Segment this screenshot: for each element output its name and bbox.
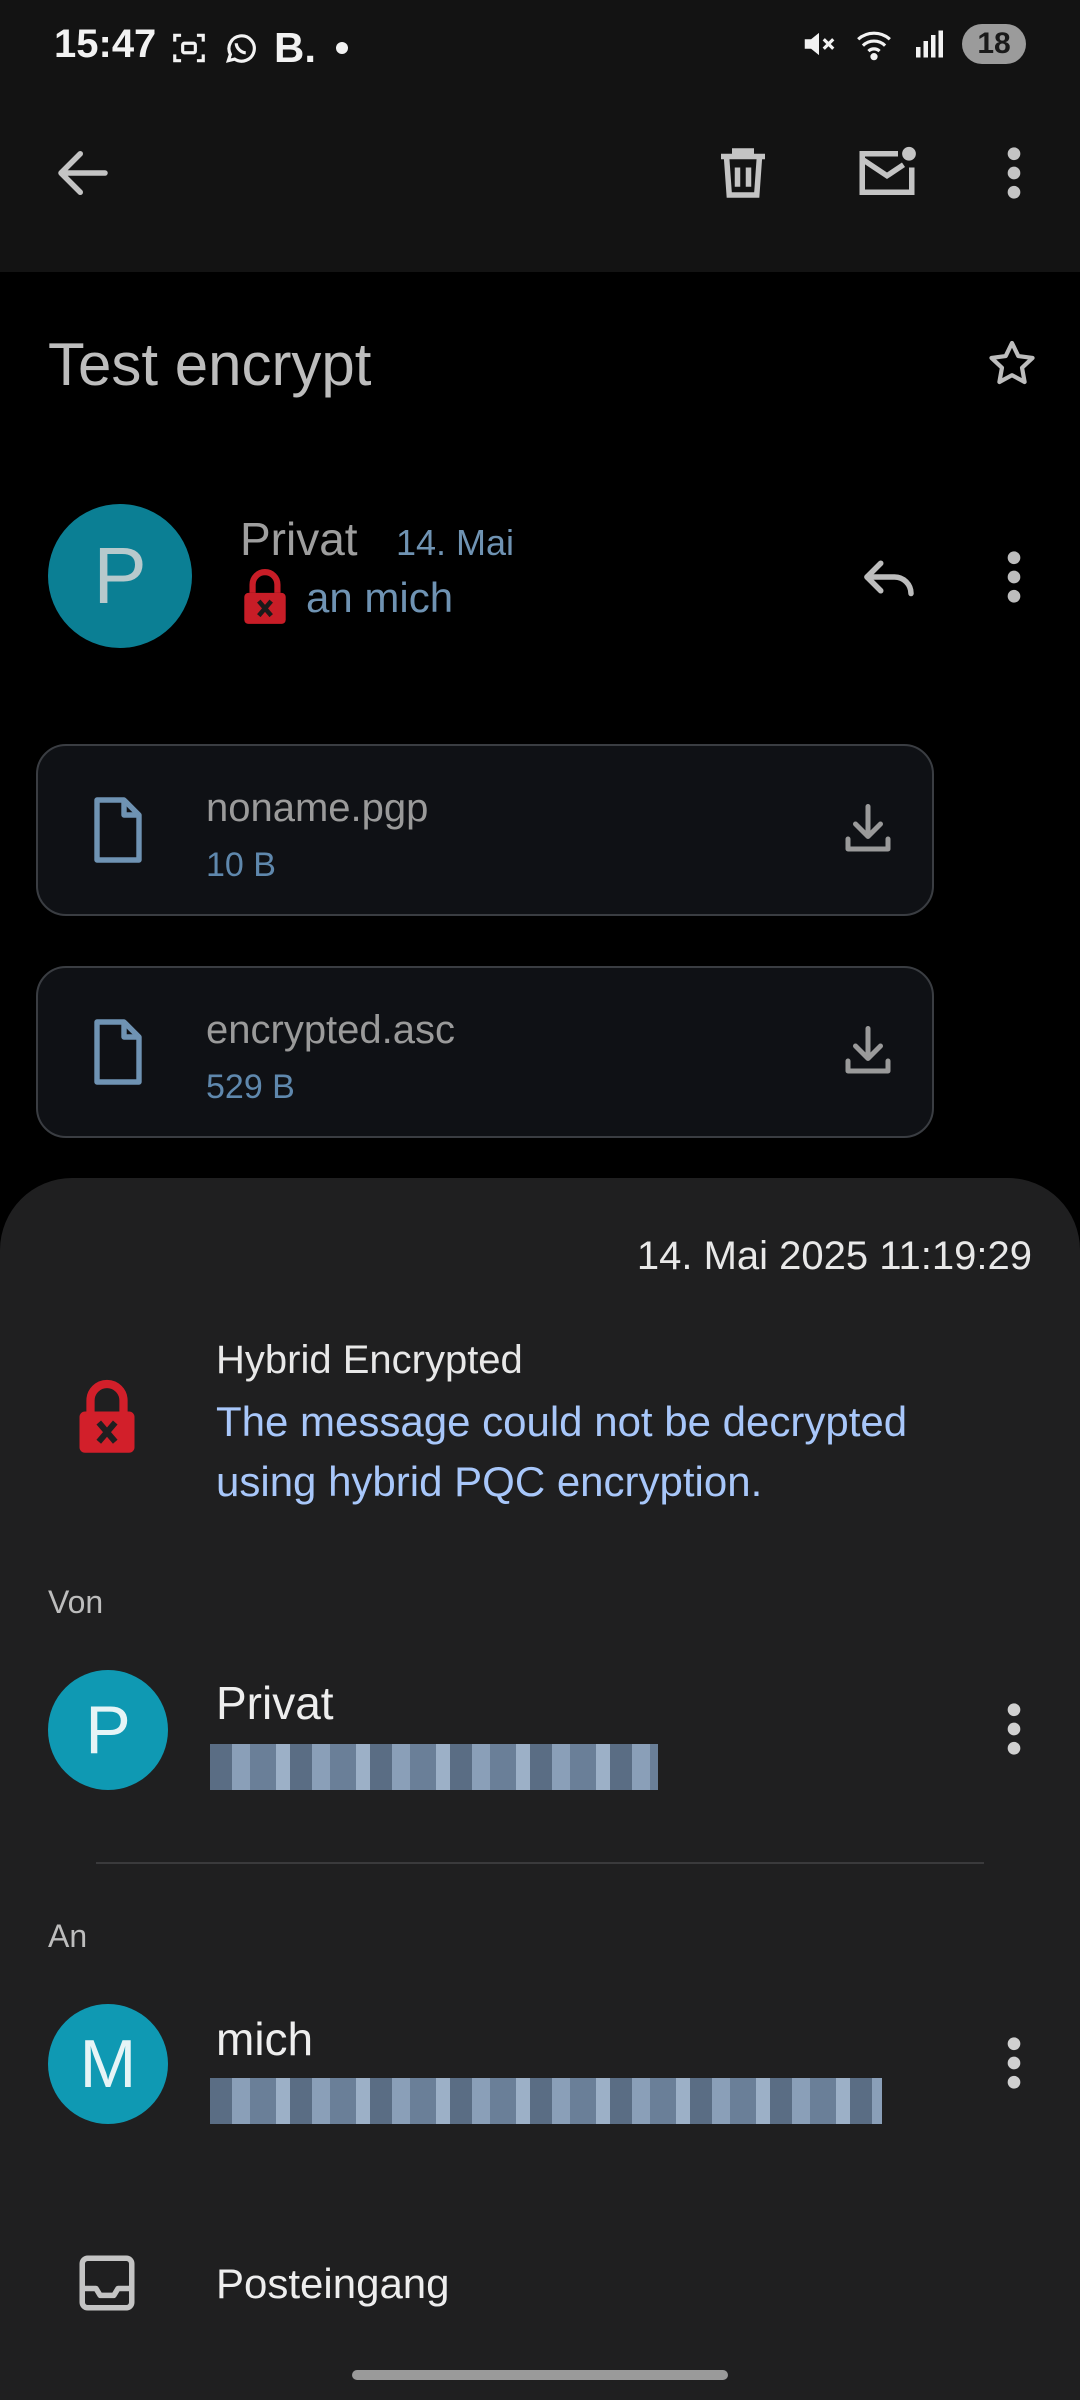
file-icon — [88, 1016, 148, 1088]
message-subject: Test encrypt — [48, 331, 372, 398]
notification-dot — [336, 42, 348, 54]
back-button[interactable] — [50, 140, 116, 206]
message-date: 14. Mai — [396, 522, 515, 563]
reply-icon — [856, 544, 922, 610]
star-button[interactable] — [984, 336, 1040, 392]
encryption-failed-lock-icon — [74, 1378, 140, 1456]
more-vert-icon — [996, 140, 1032, 206]
star-icon — [984, 336, 1040, 392]
message-timestamp: 14. Mai 2025 11:19:29 — [636, 1234, 1032, 1278]
download-button[interactable] — [838, 796, 898, 862]
trash-icon — [710, 140, 776, 206]
from-avatar[interactable]: P — [48, 1670, 168, 1790]
attachment-card[interactable]: noname.pgp 10 B — [36, 744, 934, 916]
whatsapp-icon — [222, 29, 260, 67]
download-icon — [838, 796, 898, 862]
to-avatar[interactable]: M — [48, 2004, 168, 2124]
encryption-status-description: The message could not be decrypted using… — [216, 1398, 908, 1505]
from-email-redacted — [210, 1744, 658, 1790]
download-icon — [838, 1018, 898, 1084]
download-button[interactable] — [838, 1018, 898, 1084]
toolbar-more-button[interactable] — [996, 140, 1032, 206]
from-more-button[interactable] — [996, 1696, 1032, 1762]
to-contact-name[interactable]: mich — [216, 2012, 313, 2066]
back-arrow-icon — [50, 140, 116, 206]
more-vert-icon — [996, 2030, 1032, 2096]
reply-button[interactable] — [856, 544, 922, 610]
folder-label[interactable]: Posteingang — [216, 2260, 450, 2308]
status-app-letter: B. — [274, 24, 316, 71]
recipient-summary[interactable]: an mich — [306, 574, 453, 622]
mark-unread-button[interactable] — [852, 140, 922, 206]
home-indicator[interactable] — [352, 2370, 728, 2380]
file-icon — [88, 794, 148, 866]
attachment-name: encrypted.asc — [206, 1008, 456, 1052]
mark-unread-icon — [852, 140, 922, 206]
attachment-size: 10 B — [206, 846, 276, 884]
more-vert-icon — [996, 1696, 1032, 1762]
more-vert-icon — [996, 544, 1032, 610]
signal-icon — [910, 25, 946, 63]
to-email-redacted — [210, 2078, 882, 2124]
sender-name[interactable]: Privat — [240, 512, 358, 566]
from-contact-name[interactable]: Privat — [216, 1676, 334, 1730]
battery-indicator: 18 — [962, 24, 1026, 64]
mute-icon — [800, 25, 838, 63]
status-system-icons: 18 — [800, 24, 1026, 64]
status-time: 15:47 — [54, 22, 157, 66]
attachment-card[interactable]: encrypted.asc 529 B — [36, 966, 934, 1138]
attachment-name: noname.pgp — [206, 786, 429, 830]
status-notification-icons: B. — [170, 26, 348, 70]
delete-button[interactable] — [710, 140, 776, 206]
screenshot-icon — [170, 29, 208, 67]
sender-avatar[interactable]: P — [48, 504, 192, 648]
section-divider — [96, 1862, 984, 1864]
wifi-icon — [854, 25, 894, 63]
to-more-button[interactable] — [996, 2030, 1032, 2096]
attachment-size: 529 B — [206, 1068, 295, 1106]
to-section-label: An — [48, 1918, 88, 1954]
sender-more-button[interactable] — [996, 544, 1032, 610]
encryption-lock-icon — [240, 568, 290, 626]
encryption-status-title: Hybrid Encrypted — [216, 1338, 523, 1382]
from-section-label: Von — [48, 1584, 104, 1620]
inbox-icon — [74, 2250, 140, 2316]
